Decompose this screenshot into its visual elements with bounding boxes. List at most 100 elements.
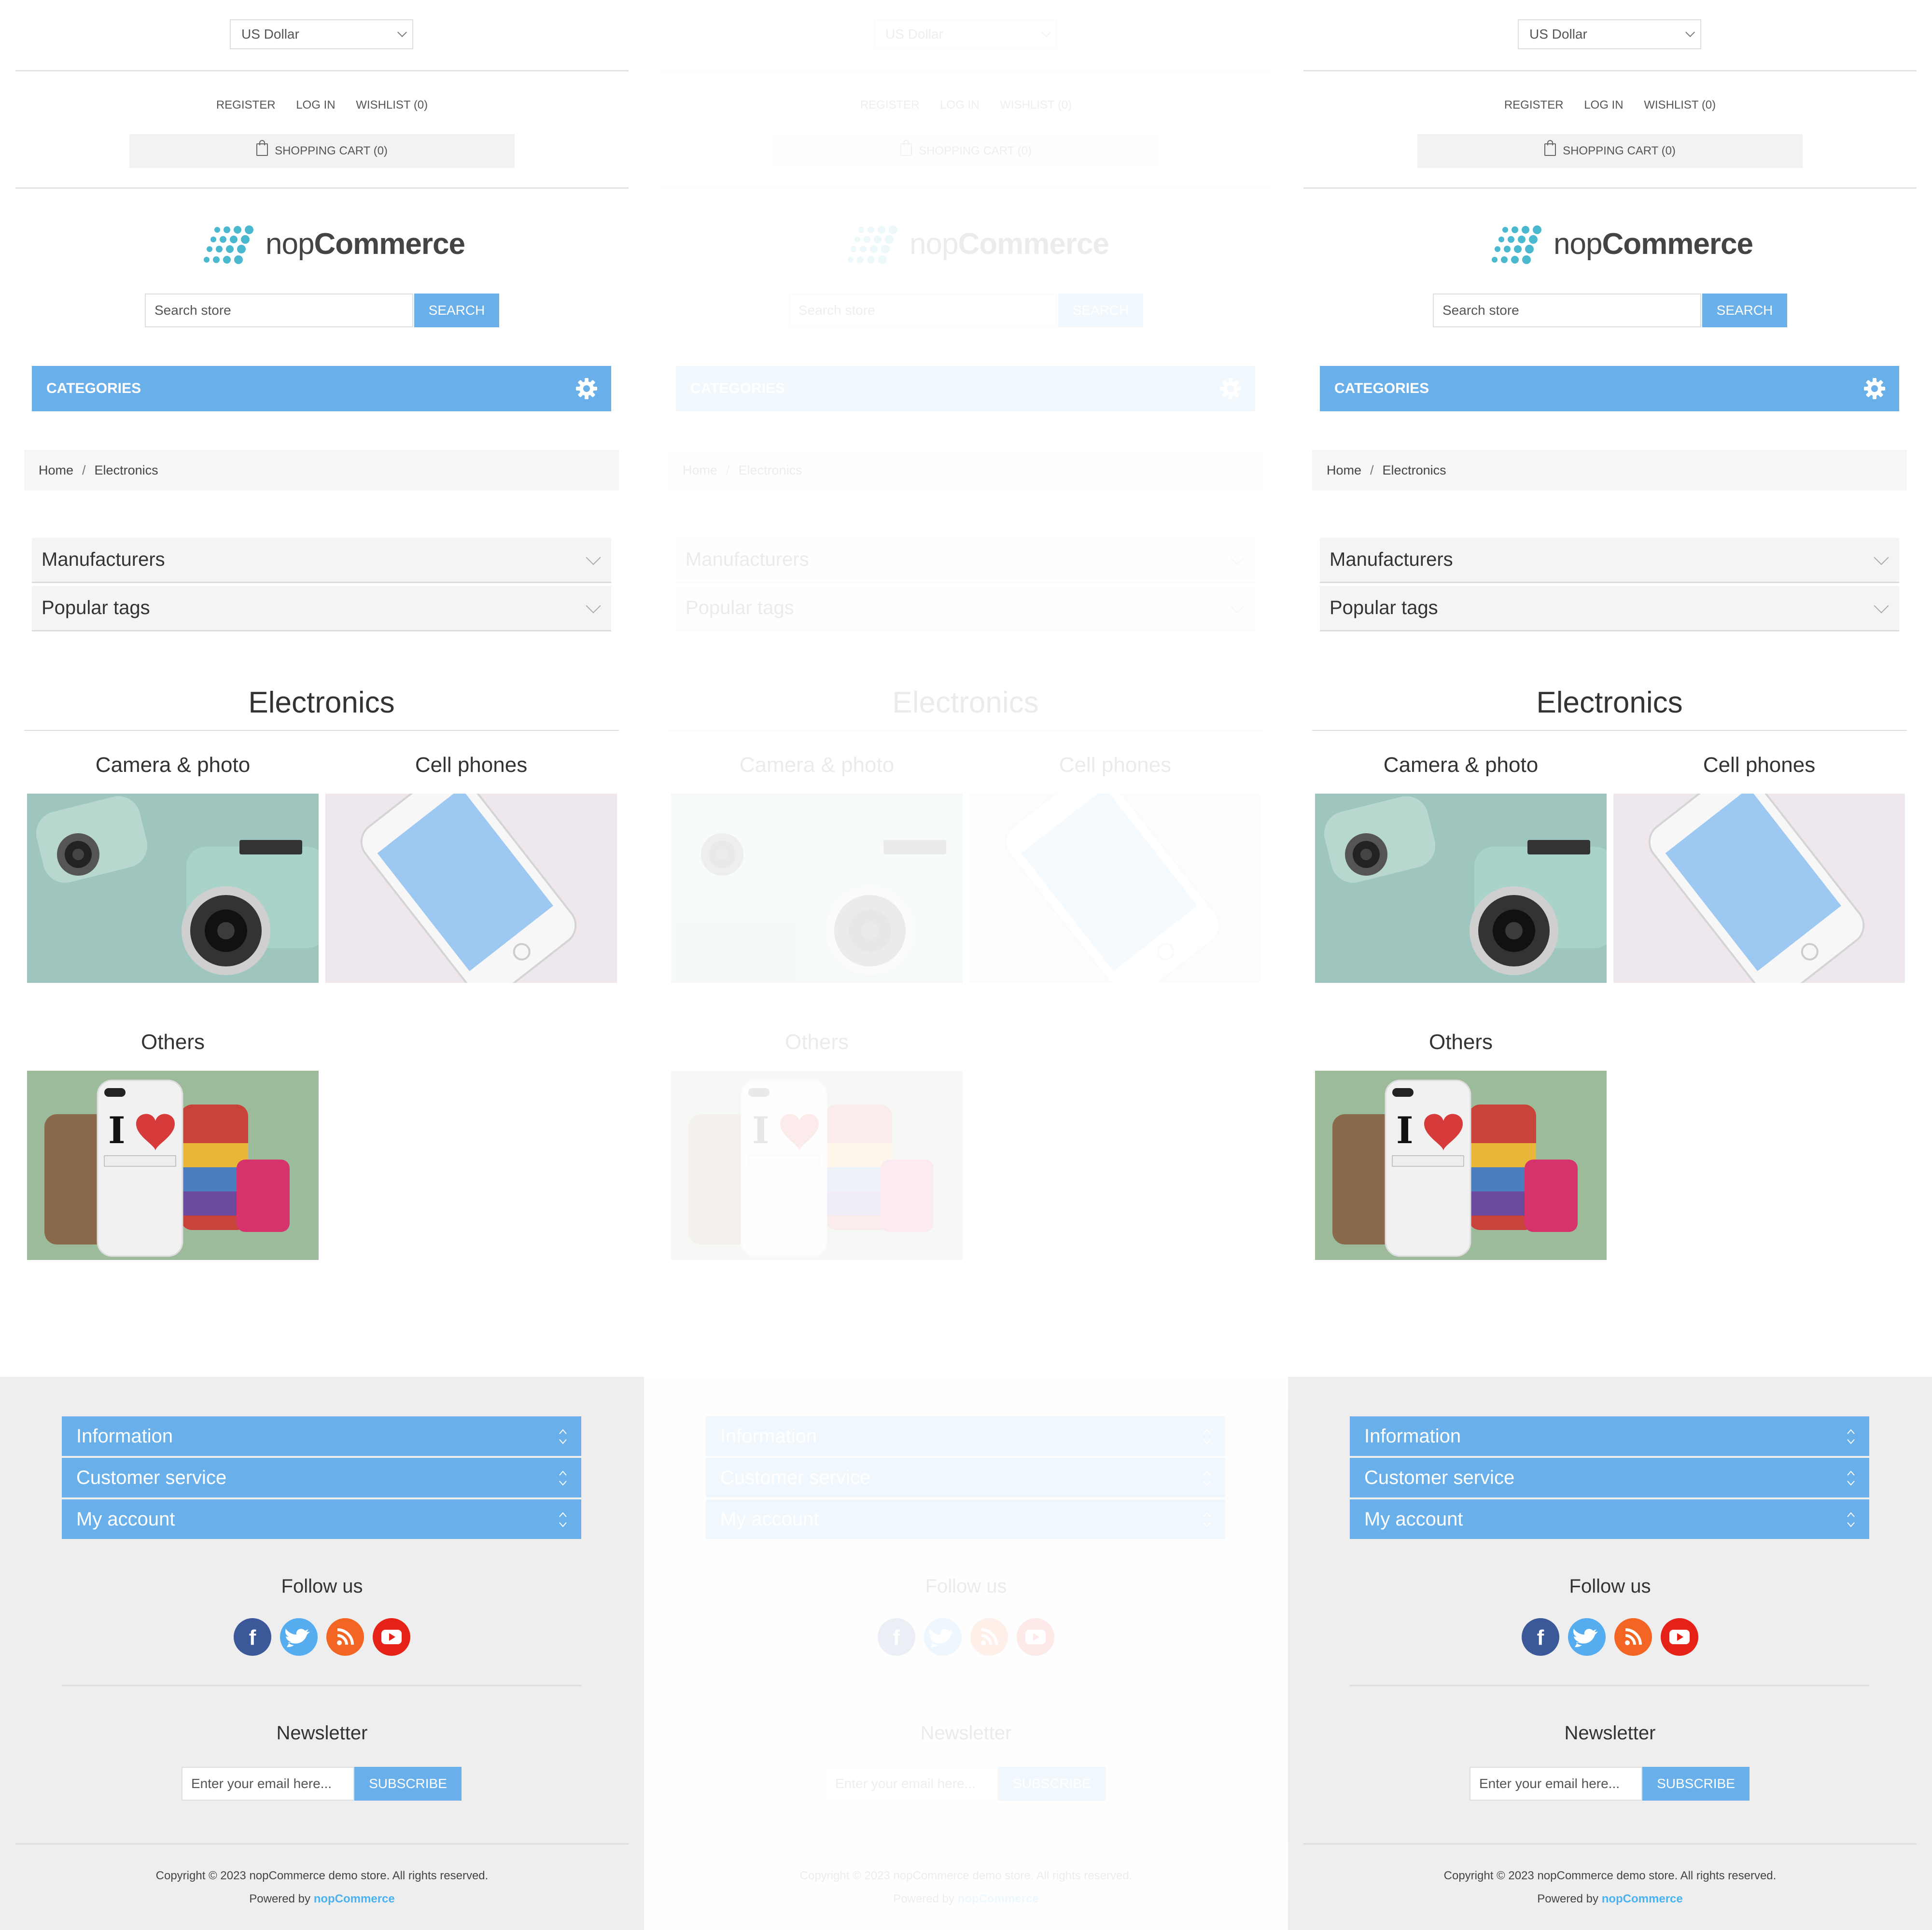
nopcommerce-link[interactable]: nopCommerce [1602, 1892, 1683, 1905]
facebook-icon[interactable]: f [1522, 1618, 1559, 1656]
store-logo[interactable]: nopCommerce [1491, 223, 1753, 266]
rss-icon[interactable] [970, 1618, 1008, 1656]
popular-tags-filter[interactable]: Popular tags [32, 586, 611, 631]
footer-customer-service[interactable]: Customer service [706, 1458, 1225, 1497]
facebook-icon[interactable]: f [234, 1618, 271, 1656]
popular-tags-filter[interactable]: Popular tags [1320, 586, 1899, 631]
breadcrumb-home[interactable]: Home [39, 463, 73, 477]
footer-my-account[interactable]: My account [706, 1499, 1225, 1539]
register-link[interactable]: REGISTER [216, 98, 276, 112]
subscribe-button[interactable]: SUBSCRIBE [354, 1767, 462, 1801]
subcategory-title[interactable]: Cell phones [969, 753, 1261, 777]
logo-text: nopCommerce [1554, 227, 1753, 261]
subcategory-title[interactable]: Others [671, 1030, 963, 1054]
shopping-cart-button[interactable]: SHOPPING CART (0) [129, 134, 515, 168]
breadcrumb-home[interactable]: Home [1327, 463, 1361, 477]
youtube-icon[interactable] [1661, 1618, 1698, 1656]
manufacturers-filter[interactable]: Manufacturers [1320, 538, 1899, 583]
manufacturers-filter[interactable]: Manufacturers [676, 538, 1255, 583]
twitter-icon[interactable] [924, 1618, 962, 1656]
footer-information[interactable]: Information [62, 1416, 581, 1456]
newsletter-title: Newsletter [1564, 1722, 1656, 1744]
shopping-cart-button[interactable]: SHOPPING CART (0) [1417, 134, 1803, 168]
wishlist-link[interactable]: WISHLIST (0) [356, 98, 428, 112]
newsletter-email-input[interactable]: Enter your email here... [826, 1767, 998, 1801]
subcategory-title[interactable]: Cell phones [1613, 753, 1905, 777]
store-logo[interactable]: nopCommerce [203, 223, 465, 266]
subcategory-title[interactable]: Camera & photo [1315, 753, 1607, 777]
currency-select[interactable]: US Dollar [874, 19, 1057, 49]
shopping-bag-icon [900, 140, 912, 156]
svg-text:f: f [249, 1626, 256, 1650]
wishlist-link[interactable]: WISHLIST (0) [1644, 98, 1716, 112]
shopping-cart-button[interactable]: SHOPPING CART (0) [773, 134, 1159, 168]
categories-label: CATEGORIES [46, 380, 141, 396]
footer-information[interactable]: Information [706, 1416, 1225, 1456]
expand-collapse-icon [1847, 1429, 1855, 1444]
currency-select[interactable]: US Dollar [230, 19, 413, 49]
cell-phones-image[interactable] [325, 794, 617, 983]
chevron-down-icon [1041, 28, 1051, 37]
register-link[interactable]: REGISTER [1504, 98, 1564, 112]
search-input[interactable]: Search store [789, 294, 1057, 327]
footer-information[interactable]: Information [1350, 1416, 1869, 1456]
others-image[interactable]: I [1315, 1071, 1607, 1260]
copyright-text: Copyright © 2023 nopCommerce demo store.… [1443, 1869, 1777, 1882]
footer-my-account[interactable]: My account [62, 1499, 581, 1539]
newsletter-email-input[interactable]: Enter your email here... [1470, 1767, 1642, 1801]
search-input[interactable]: Search store [1433, 294, 1701, 327]
manufacturers-filter[interactable]: Manufacturers [32, 538, 611, 583]
subcategory-title[interactable]: Others [27, 1030, 319, 1054]
divider [659, 70, 1273, 71]
cell-phones-image[interactable] [969, 794, 1261, 983]
popular-tags-filter[interactable]: Popular tags [676, 586, 1255, 631]
footer-customer-service[interactable]: Customer service [1350, 1458, 1869, 1497]
store-logo[interactable]: nopCommerce [847, 223, 1109, 266]
subcategory-title[interactable]: Others [1315, 1030, 1607, 1054]
youtube-icon[interactable] [1017, 1618, 1054, 1656]
divider [659, 1843, 1273, 1845]
search-button[interactable]: SEARCH [1702, 294, 1787, 327]
rss-icon[interactable] [1614, 1618, 1652, 1656]
search-button[interactable]: SEARCH [414, 294, 499, 327]
subscribe-button[interactable]: SUBSCRIBE [1642, 1767, 1750, 1801]
login-link[interactable]: LOG IN [296, 98, 335, 112]
others-image[interactable]: I [671, 1071, 963, 1260]
categories-bar[interactable]: CATEGORIES [676, 366, 1255, 411]
categories-bar[interactable]: CATEGORIES [32, 366, 611, 411]
footer-my-account[interactable]: My account [1350, 1499, 1869, 1539]
categories-bar[interactable]: CATEGORIES [1320, 366, 1899, 411]
wishlist-link[interactable]: WISHLIST (0) [1000, 98, 1072, 112]
subcategory-title[interactable]: Camera & photo [671, 753, 963, 777]
breadcrumb-current: Electronics [1382, 463, 1446, 477]
phone-cases-image: I [27, 1071, 319, 1260]
camera-photo-image[interactable] [1315, 794, 1607, 983]
nopcommerce-link[interactable]: nopCommerce [958, 1892, 1039, 1905]
follow-us-title: Follow us [1569, 1576, 1651, 1597]
currency-select[interactable]: US Dollar [1518, 19, 1701, 49]
cell-phones-image[interactable] [1613, 794, 1905, 983]
subcategory-title[interactable]: Cell phones [325, 753, 617, 777]
login-link[interactable]: LOG IN [940, 98, 979, 112]
rss-icon[interactable] [326, 1618, 364, 1656]
subcategory-title[interactable]: Camera & photo [27, 753, 319, 777]
search-button[interactable]: SEARCH [1058, 294, 1143, 327]
camera-photo-image[interactable] [27, 794, 319, 983]
camera-photo-image[interactable] [671, 794, 963, 983]
twitter-icon[interactable] [1568, 1618, 1606, 1656]
newsletter-email-input[interactable]: Enter your email here... [182, 1767, 354, 1801]
breadcrumb: Home / Electronics [1312, 450, 1907, 490]
youtube-icon[interactable] [373, 1618, 410, 1656]
footer-customer-service[interactable]: Customer service [62, 1458, 581, 1497]
facebook-icon[interactable]: f [878, 1618, 915, 1656]
search-input[interactable]: Search store [145, 294, 413, 327]
subscribe-button[interactable]: SUBSCRIBE [998, 1767, 1106, 1801]
logo-dots-icon [204, 225, 253, 264]
nopcommerce-link[interactable]: nopCommerce [314, 1892, 395, 1905]
register-link[interactable]: REGISTER [860, 98, 920, 112]
twitter-icon[interactable] [280, 1618, 318, 1656]
others-image[interactable]: I [27, 1071, 319, 1260]
login-link[interactable]: LOG IN [1584, 98, 1623, 112]
breadcrumb-home[interactable]: Home [683, 463, 717, 477]
divider [62, 1685, 581, 1686]
